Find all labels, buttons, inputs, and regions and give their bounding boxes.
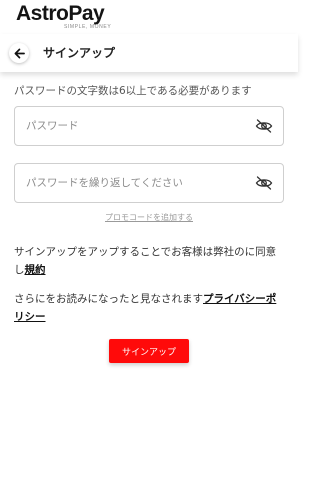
back-button[interactable] [9, 43, 29, 63]
signup-button[interactable]: サインアップ [109, 339, 189, 363]
header: サインアップ [0, 34, 298, 72]
terms-text: サインアップをアップすることでお客様は弊社のに同意し [14, 246, 277, 276]
terms-notice: サインアップをアップすることでお客様は弊社のに同意し規約 [14, 243, 286, 279]
eye-slash-icon[interactable] [255, 175, 273, 191]
terms-link[interactable]: 規約 [25, 264, 46, 276]
astropay-logo: AstroPay SIMPLE, MONEY [16, 2, 112, 31]
logo-name: AstroPay [16, 2, 105, 25]
logo-tagline: SIMPLE, MONEY [64, 24, 112, 30]
logo-bar: AstroPay SIMPLE, MONEY [0, 0, 298, 34]
arrow-left-icon [14, 48, 25, 58]
password-input[interactable] [26, 107, 246, 145]
eye-slash-icon[interactable] [255, 118, 273, 134]
page-title: サインアップ [43, 46, 116, 60]
confirm-password-field [14, 163, 284, 203]
privacy-text: さらにをお読みになったと見なされます [14, 293, 203, 305]
password-field [14, 106, 284, 146]
privacy-notice: さらにをお読みになったと見なされますプライバシーポリシー [14, 290, 286, 326]
promo-code-link[interactable]: プロモコードを追加する [0, 212, 298, 223]
password-hint: パスワードの文字数は6以上である必要があります [14, 85, 252, 97]
confirm-password-input[interactable] [26, 164, 246, 202]
